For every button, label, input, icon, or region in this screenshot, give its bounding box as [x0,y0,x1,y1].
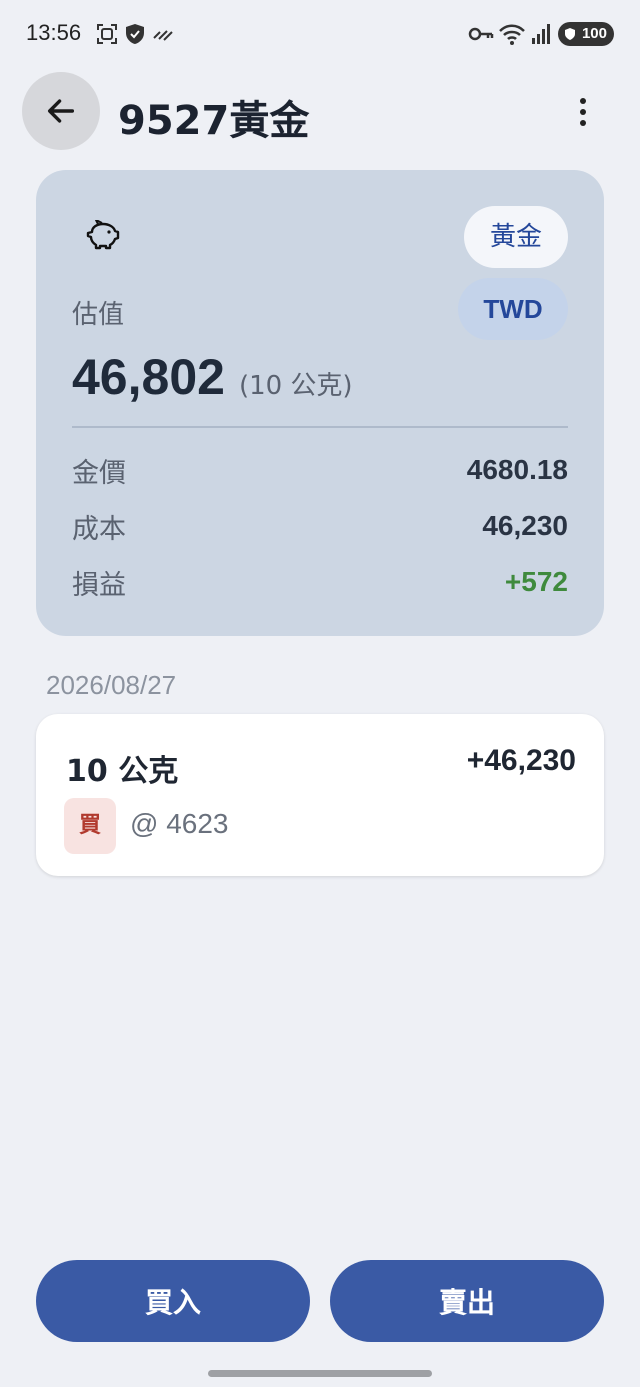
gold-price-value: 4680.18 [466,454,568,485]
home-indicator[interactable] [208,1370,432,1377]
status-time: 13:56 [26,20,82,45]
shield-icon [126,24,144,44]
gold-price-row: 金價 4680.18 [72,450,568,490]
cost-value: 46,230 [482,510,568,541]
divider [72,426,568,428]
asset-type-chip[interactable]: 黃金 [464,206,568,268]
more-dot-icon [580,98,586,104]
cost-label: 成本 [72,513,126,545]
cost-row: 成本 46,230 [72,506,568,546]
valuation-quantity: (10 公克) [238,371,353,401]
profit-loss-row: 損益 +572 [72,562,568,602]
back-button[interactable] [22,72,100,150]
holding-summary-card: 黃金 TWD 估值 46,802 (10 公克) 金價 4680.18 成本 4… [36,170,604,636]
status-bar: 13:56 100 [0,0,640,68]
screenshot-icon [97,24,117,44]
more-dot-icon [580,120,586,126]
page-title: 9527黃金 [118,98,310,144]
piggy-bank-icon [86,220,120,250]
buy-badge: 買 [64,798,116,854]
battery-indicator: 100 [558,22,614,46]
battery-level: 100 [581,25,607,42]
currency-chip[interactable]: TWD [458,278,568,340]
transaction-date-header: 2026/08/27 [46,670,177,700]
battery-shield-icon [565,28,575,40]
sell-button[interactable]: 賣出 [330,1260,604,1342]
valuation-row: 46,802 (10 公克) [72,348,353,406]
buy-button[interactable]: 買入 [36,1260,310,1342]
arrow-left-icon [47,99,75,123]
signal-icon [532,24,550,44]
wifi-icon [499,24,525,45]
screen: 13:56 100 9527黃金 黃金 TWD 估值 46,802 (10 公克… [0,0,640,1387]
key-icon [468,27,494,41]
gold-price-label: 金價 [72,457,126,489]
profit-loss-label: 損益 [72,569,126,601]
profit-loss-value: +572 [504,566,568,597]
data-saver-icon [153,30,173,41]
transaction-quantity: 10 公克 [66,754,179,789]
valuation-label: 估值 [72,300,125,330]
transaction-card[interactable]: 10 公克 +46,230 買 @ 4623 [36,714,604,876]
transaction-price: @ 4623 [130,808,229,839]
more-dot-icon [580,109,586,115]
more-options-button[interactable] [566,88,600,136]
transaction-amount: +46,230 [466,744,576,777]
valuation-value: 46,802 [72,349,225,405]
